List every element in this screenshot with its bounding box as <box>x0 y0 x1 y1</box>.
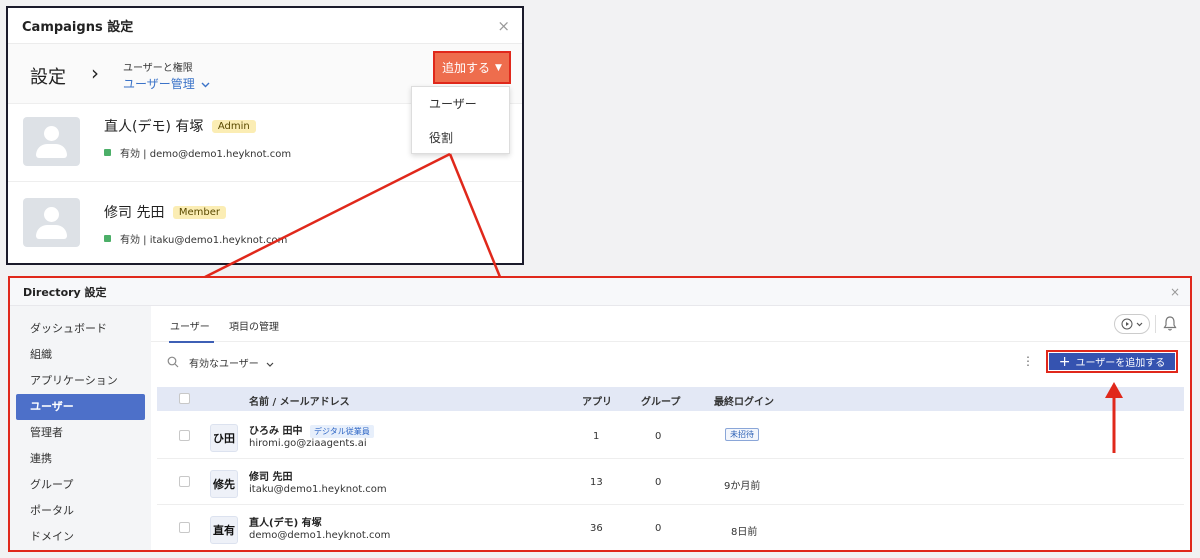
chevron-down-icon <box>1136 322 1143 326</box>
add-dropdown-menu: ユーザー 役割 <box>411 86 510 154</box>
column-name-email: 名前 / メールアドレス <box>249 397 350 408</box>
table-row[interactable]: ひ田 ひろみ 田中 デジタル従業員 hiromi.go@ziaagents.ai… <box>157 413 1184 459</box>
row-email: demo@demo1.heyknot.com <box>249 530 391 541</box>
media-play-button[interactable] <box>1114 314 1150 334</box>
main-content: ユーザー 項目の管理 有効なユーザー ⋮ + ユーザーを追加する 名前 / メー… <box>151 306 1190 550</box>
sidebar-item-admins[interactable]: 管理者 <box>16 420 145 446</box>
user-filter-select[interactable]: 有効なユーザー <box>189 355 274 370</box>
directory-title: Directory 設定 <box>23 285 107 299</box>
status-dot <box>104 149 111 156</box>
row-apps: 13 <box>590 477 603 488</box>
directory-header: Directory 設定 × <box>10 278 1190 306</box>
row-email: itaku@demo1.heyknot.com <box>249 484 387 495</box>
role-select[interactable]: ユーザー管理 <box>123 75 210 92</box>
select-all-checkbox[interactable] <box>179 393 190 404</box>
user-status-text: 有効 | itaku@demo1.heyknot.com <box>120 235 288 246</box>
status-dot <box>104 235 111 242</box>
directory-settings-panel: Directory 設定 × ダッシュボード 組織 アプリケーション ユーザー … <box>8 276 1192 552</box>
user-status-text: 有効 | demo@demo1.heyknot.com <box>120 149 292 160</box>
tab-users[interactable]: ユーザー <box>169 318 214 343</box>
sidebar-item-groups[interactable]: グループ <box>16 472 145 498</box>
user-status: 有効 | demo@demo1.heyknot.com <box>104 145 291 160</box>
row-last-login: 8日前 <box>731 527 758 538</box>
sidebar-item-organization[interactable]: 組織 <box>16 342 145 368</box>
settings-label: 設定 <box>30 67 66 88</box>
tab-bar: ユーザー 項目の管理 <box>151 306 1190 343</box>
row-last-login: 未招待 <box>725 428 759 441</box>
media-play-icon <box>1121 318 1133 330</box>
row-name: 直人(デモ) 有塚 <box>249 518 322 529</box>
close-icon[interactable]: × <box>1170 285 1180 299</box>
sidebar-item-applications[interactable]: アプリケーション <box>16 368 145 394</box>
chevron-down-icon <box>266 362 274 367</box>
digital-employee-badge: デジタル従業員 <box>309 425 374 438</box>
menu-item-user[interactable]: ユーザー <box>412 87 509 121</box>
initials-avatar: ひ田 <box>210 424 238 452</box>
column-apps: アプリ <box>582 397 612 408</box>
user-filter-label: 有効なユーザー <box>189 359 259 370</box>
table-row[interactable]: 直有 直人(デモ) 有塚 demo@demo1.heyknot.com 36 0… <box>157 505 1184 550</box>
divider <box>1155 315 1156 333</box>
row-apps: 1 <box>593 431 600 442</box>
toolbar: 有効なユーザー ⋮ + ユーザーを追加する <box>151 342 1190 380</box>
sidebar-item-integrations[interactable]: 連携 <box>16 446 145 472</box>
user-status: 有効 | itaku@demo1.heyknot.com <box>104 231 287 246</box>
row-groups: 0 <box>655 477 662 488</box>
column-groups: グループ <box>641 397 681 408</box>
row-email: hiromi.go@ziaagents.ai <box>249 438 367 449</box>
user-avatar-icon <box>23 198 80 247</box>
user-card[interactable]: 修司 先田 Member 有効 | itaku@demo1.heyknot.co… <box>8 182 522 260</box>
caret-down-icon: ▼ <box>495 62 502 73</box>
user-name: 直人(デモ) 有塚 Admin <box>104 116 256 136</box>
sidebar-item-users[interactable]: ユーザー <box>16 394 145 420</box>
add-button-label: 追加する <box>442 61 491 75</box>
campaigns-settings-panel: Campaigns 設定 × 設定 › ユーザーと権限 ユーザー管理 追加する … <box>6 6 524 265</box>
row-checkbox[interactable] <box>179 476 190 487</box>
menu-item-role[interactable]: 役割 <box>412 121 509 155</box>
sidebar: ダッシュボード 組織 アプリケーション ユーザー 管理者 連携 グループ ポータ… <box>10 306 151 550</box>
row-name-text: ひろみ 田中 <box>249 426 303 437</box>
initials-avatar: 修先 <box>210 470 238 498</box>
row-groups: 0 <box>655 431 662 442</box>
row-name: 修司 先田 <box>249 472 293 483</box>
row-checkbox[interactable] <box>179 430 190 441</box>
user-name-text: 直人(デモ) 有塚 <box>104 119 204 135</box>
row-checkbox[interactable] <box>179 522 190 533</box>
campaigns-header: Campaigns 設定 × <box>8 8 522 44</box>
initials-avatar: 直有 <box>210 516 238 544</box>
add-user-button[interactable]: + ユーザーを追加する <box>1046 350 1178 373</box>
chevron-right-icon: › <box>91 61 99 85</box>
table-header: 名前 / メールアドレス アプリ グループ 最終ログイン <box>157 387 1184 411</box>
role-select-label: ユーザー管理 <box>123 77 195 91</box>
user-name: 修司 先田 Member <box>104 202 227 222</box>
row-last-login: 9か月前 <box>724 481 761 492</box>
add-user-button-label: ユーザーを追加する <box>1075 358 1166 369</box>
sidebar-item-domains[interactable]: ドメイン <box>16 524 145 550</box>
add-button[interactable]: 追加する ▼ <box>433 51 511 84</box>
close-icon[interactable]: × <box>497 17 510 35</box>
user-name-text: 修司 先田 <box>104 205 165 221</box>
role-badge: Admin <box>211 120 256 133</box>
kebab-menu-icon[interactable]: ⋮ <box>1022 354 1034 368</box>
chevron-down-icon <box>201 82 210 88</box>
column-last-login: 最終ログイン <box>714 397 774 408</box>
role-badge: Member <box>172 206 227 219</box>
not-invited-badge: 未招待 <box>725 428 759 441</box>
plus-icon: + <box>1058 353 1071 370</box>
row-name: ひろみ 田中 デジタル従業員 <box>249 422 374 438</box>
bell-icon[interactable] <box>1162 315 1178 332</box>
campaigns-title: Campaigns 設定 <box>22 20 134 35</box>
user-avatar-icon <box>23 117 80 166</box>
row-apps: 36 <box>590 523 603 534</box>
sidebar-item-portal[interactable]: ポータル <box>16 498 145 524</box>
sidebar-item-dashboard[interactable]: ダッシュボード <box>16 316 145 342</box>
search-icon[interactable] <box>167 356 179 368</box>
tab-field-management[interactable]: 項目の管理 <box>229 318 279 333</box>
role-section-label: ユーザーと権限 <box>123 63 193 74</box>
row-groups: 0 <box>655 523 662 534</box>
table-row[interactable]: 修先 修司 先田 itaku@demo1.heyknot.com 13 0 9か… <box>157 459 1184 505</box>
